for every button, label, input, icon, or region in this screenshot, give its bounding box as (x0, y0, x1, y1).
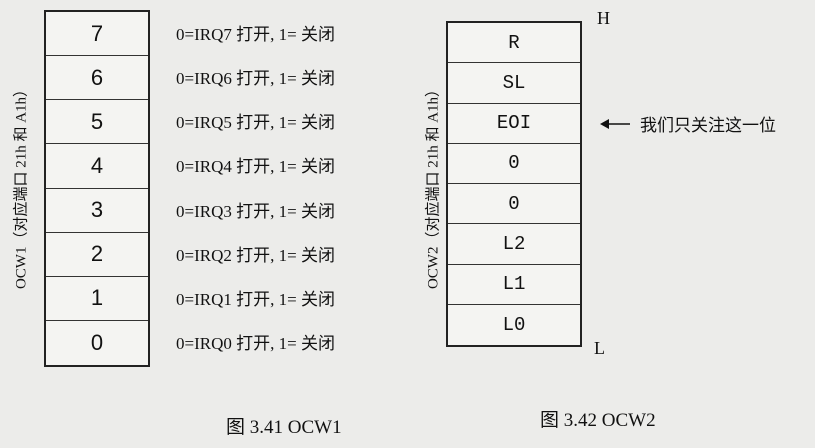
ocw1-bit-description: 0=IRQ6 打开, 1= 关闭 (176, 69, 335, 88)
left-arrow-icon (600, 118, 630, 129)
ocw1-bit-description: 0=IRQ2 打开, 1= 关闭 (176, 246, 335, 265)
ocw1-bit-description: 0=IRQ1 打开, 1= 关闭 (176, 290, 335, 309)
ocw1-bit-cell: 5 (46, 100, 148, 145)
ocw2-bit-cell: R (448, 23, 580, 64)
ocw1-register-table: 7 6 5 4 3 2 1 0 (44, 10, 150, 367)
ocw2-bit-cell: 0 (448, 184, 580, 225)
ocw1-bit-cell: 7 (46, 12, 148, 57)
ocw2-bit-cell: 0 (448, 144, 580, 184)
ocw2-bit-cell: L2 (448, 224, 580, 265)
low-bit-marker: L (594, 338, 605, 358)
ocw1-bit-description: 0=IRQ7 打开, 1= 关闭 (176, 25, 335, 44)
eoi-annotation-text: 我们只关注这一位 (640, 116, 776, 135)
ocw1-bit-description: 0=IRQ4 打开, 1= 关闭 (176, 157, 335, 176)
ocw1-bit-cell: 2 (46, 233, 148, 277)
ocw2-bit-cell: L1 (448, 265, 580, 305)
ocw2-bit-cell: SL (448, 63, 580, 104)
high-bit-marker: H (597, 8, 610, 28)
eoi-annotation: 我们只关注这一位 (600, 111, 776, 136)
ocw2-figure-caption: 图 3.42 OCW2 (540, 410, 656, 431)
ocw1-bit-description: 0=IRQ5 打开, 1= 关闭 (176, 113, 335, 132)
ocw1-bit-cell: 1 (46, 277, 148, 321)
ocw1-bit-cell: 4 (46, 144, 148, 189)
ocw1-bit-cell: 6 (46, 56, 148, 101)
ocw1-bit-cell: 3 (46, 189, 148, 233)
ocw1-side-label: OCW1（对应端口 21h 和 A1h） (13, 81, 30, 290)
ocw2-bit-cell: L0 (502, 313, 526, 336)
ocw1-bit-cell: 0 (90, 329, 104, 355)
ocw2-register-table: R SL EOI 0 0 L2 L1 L0 (446, 21, 582, 347)
ocw2-bit-cell: EOI (448, 104, 580, 144)
ocw1-bit-description: 0=IRQ0 打开, 1= 关闭 (176, 334, 335, 353)
ocw2-side-label: OCW2（对应端口 21h 和 A1h） (425, 81, 442, 290)
ocw1-bit-description: 0=IRQ3 打开, 1= 关闭 (176, 202, 335, 221)
ocw1-figure-caption: 图 3.41 OCW1 (226, 417, 342, 438)
